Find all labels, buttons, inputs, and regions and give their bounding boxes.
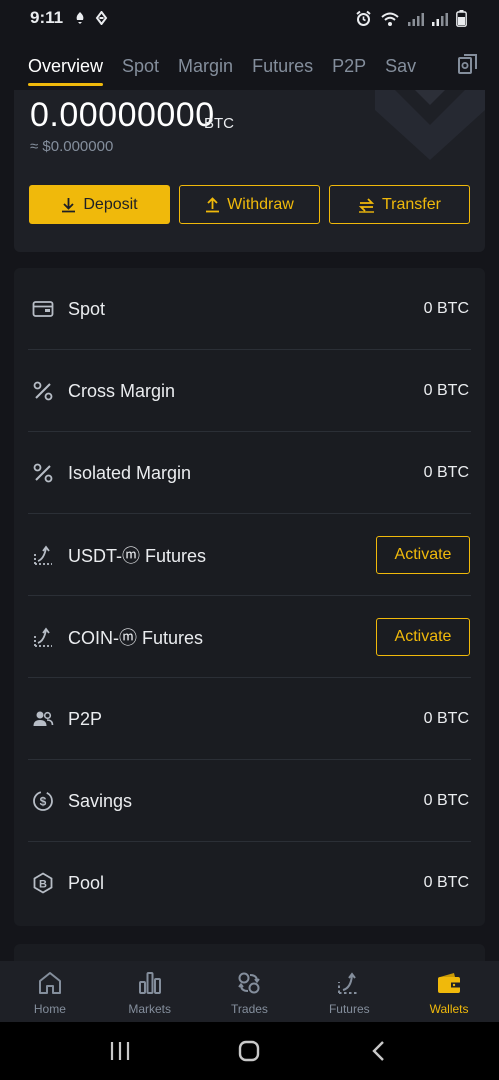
- tab-overview[interactable]: Overview: [28, 56, 104, 86]
- total-balance: 0.00000000: [30, 96, 215, 134]
- deposit-label: Deposit: [83, 195, 138, 213]
- system-navigation-bar: [0, 1022, 499, 1080]
- status-time: 9:11: [30, 8, 64, 27]
- activate-usdt-futures-button[interactable]: Activate: [376, 536, 470, 574]
- wallet-row-usdt-futures[interactable]: USDT-ⓜ Futures Activate: [14, 514, 485, 596]
- nav-home[interactable]: Home: [0, 961, 100, 1022]
- wallet-icon: [438, 973, 461, 993]
- markets-icon: [138, 972, 161, 994]
- wallet-label: Savings: [68, 790, 133, 811]
- wallet-balance: 0 BTC: [423, 300, 469, 317]
- status-bar: 9:11: [0, 0, 499, 36]
- wallet-row-pool[interactable]: B Pool 0 BTC: [14, 842, 485, 924]
- balance-fiat-value: ≈ $0.000000: [30, 138, 114, 155]
- wallet-label: P2P: [68, 708, 103, 729]
- wallet-row-isolated-margin[interactable]: Isolated Margin 0 BTC: [14, 432, 485, 514]
- nav-label: Markets: [128, 1002, 172, 1016]
- nav-wallets[interactable]: Wallets: [399, 961, 499, 1022]
- tab-margin[interactable]: Margin: [178, 56, 233, 77]
- nfc-icon: [95, 11, 108, 25]
- wallet-overview-screen: 9:11 Overview Spot Margin Futures P2P Sa…: [0, 0, 499, 1080]
- percent-icon: [33, 381, 53, 401]
- wallet-row-savings[interactable]: $ Savings 0 BTC: [14, 760, 485, 842]
- transfer-icon: [358, 197, 375, 213]
- wallet-balance: 0 BTC: [423, 382, 469, 399]
- tab-futures[interactable]: Futures: [252, 56, 313, 77]
- tab-spot[interactable]: Spot: [122, 56, 159, 77]
- trades-icon: [238, 972, 261, 994]
- wallet-label: COIN-ⓜ Futures: [68, 628, 204, 648]
- alarm-icon: [356, 10, 371, 26]
- withdraw-button[interactable]: Withdraw: [179, 185, 320, 224]
- tab-savings[interactable]: Sav: [385, 56, 416, 77]
- balance-card: 0.00000000 BTC ≈ $0.000000 Deposit Withd…: [14, 90, 485, 252]
- signal-icon: [432, 12, 448, 26]
- wallet-balance: 0 BTC: [423, 710, 469, 727]
- recent-apps-icon[interactable]: [107, 1038, 133, 1064]
- savings-icon: $: [33, 791, 53, 811]
- wallet-balance: 0 BTC: [423, 792, 469, 809]
- users-icon: [33, 711, 54, 726]
- home-icon: [38, 972, 61, 994]
- svg-text:$: $: [40, 795, 47, 809]
- battery-icon: [456, 10, 467, 27]
- nav-label: Wallets: [429, 1002, 469, 1016]
- bottom-nav: Home Markets Trades Futures Wallets: [0, 961, 499, 1022]
- withdraw-label: Withdraw: [227, 195, 294, 213]
- pool-icon: B: [33, 872, 53, 894]
- signal-icon: [408, 12, 424, 26]
- wallet-label: Isolated Margin: [68, 462, 192, 483]
- nav-markets[interactable]: Markets: [100, 961, 200, 1022]
- nav-label: Trades: [231, 1002, 268, 1016]
- nav-futures[interactable]: Futures: [299, 961, 399, 1022]
- nav-label: Futures: [328, 1002, 370, 1016]
- wallet-label: USDT-ⓜ Futures: [68, 546, 207, 566]
- binance-logo-watermark: [375, 90, 485, 160]
- futures-icon: [34, 627, 52, 647]
- wallet-label: Cross Margin: [68, 380, 176, 401]
- wallet-row-p2p[interactable]: P2P 0 BTC: [14, 678, 485, 760]
- wallet-icon: [32, 301, 54, 317]
- nav-label: Home: [33, 1002, 66, 1016]
- wallet-row-spot[interactable]: Spot 0 BTC: [14, 268, 485, 350]
- balance-unit: BTC: [204, 115, 234, 132]
- transaction-history-icon[interactable]: [457, 53, 479, 75]
- back-icon[interactable]: [366, 1038, 392, 1064]
- wallet-row-coin-futures[interactable]: COIN-ⓜ Futures Activate: [14, 596, 485, 678]
- futures-icon: [34, 545, 52, 565]
- percent-icon: [33, 463, 53, 483]
- download-icon: [62, 197, 76, 212]
- wallet-label: Pool: [68, 872, 105, 893]
- deposit-button[interactable]: Deposit: [29, 185, 170, 224]
- tab-p2p[interactable]: P2P: [332, 56, 366, 77]
- wallet-balance: 0 BTC: [423, 874, 469, 891]
- transfer-label: Transfer: [382, 195, 441, 213]
- nav-trades[interactable]: Trades: [200, 961, 300, 1022]
- wifi-icon: [381, 12, 399, 26]
- svg-text:B: B: [39, 879, 47, 891]
- home-button-icon[interactable]: [236, 1038, 262, 1064]
- activate-coin-futures-button[interactable]: Activate: [376, 618, 470, 656]
- notification-icon: [76, 12, 84, 24]
- upload-icon: [206, 196, 220, 212]
- wallet-tabs: Overview Spot Margin Futures P2P Sav: [0, 44, 499, 88]
- wallet-balance: 0 BTC: [423, 464, 469, 481]
- wallet-row-cross-margin[interactable]: Cross Margin 0 BTC: [14, 350, 485, 432]
- wallet-list: Spot 0 BTC Cross Margin 0 BTC Isolated M…: [14, 268, 485, 926]
- transfer-button[interactable]: Transfer: [329, 185, 470, 224]
- wallet-label: Spot: [68, 298, 106, 319]
- futures-icon: [338, 972, 360, 994]
